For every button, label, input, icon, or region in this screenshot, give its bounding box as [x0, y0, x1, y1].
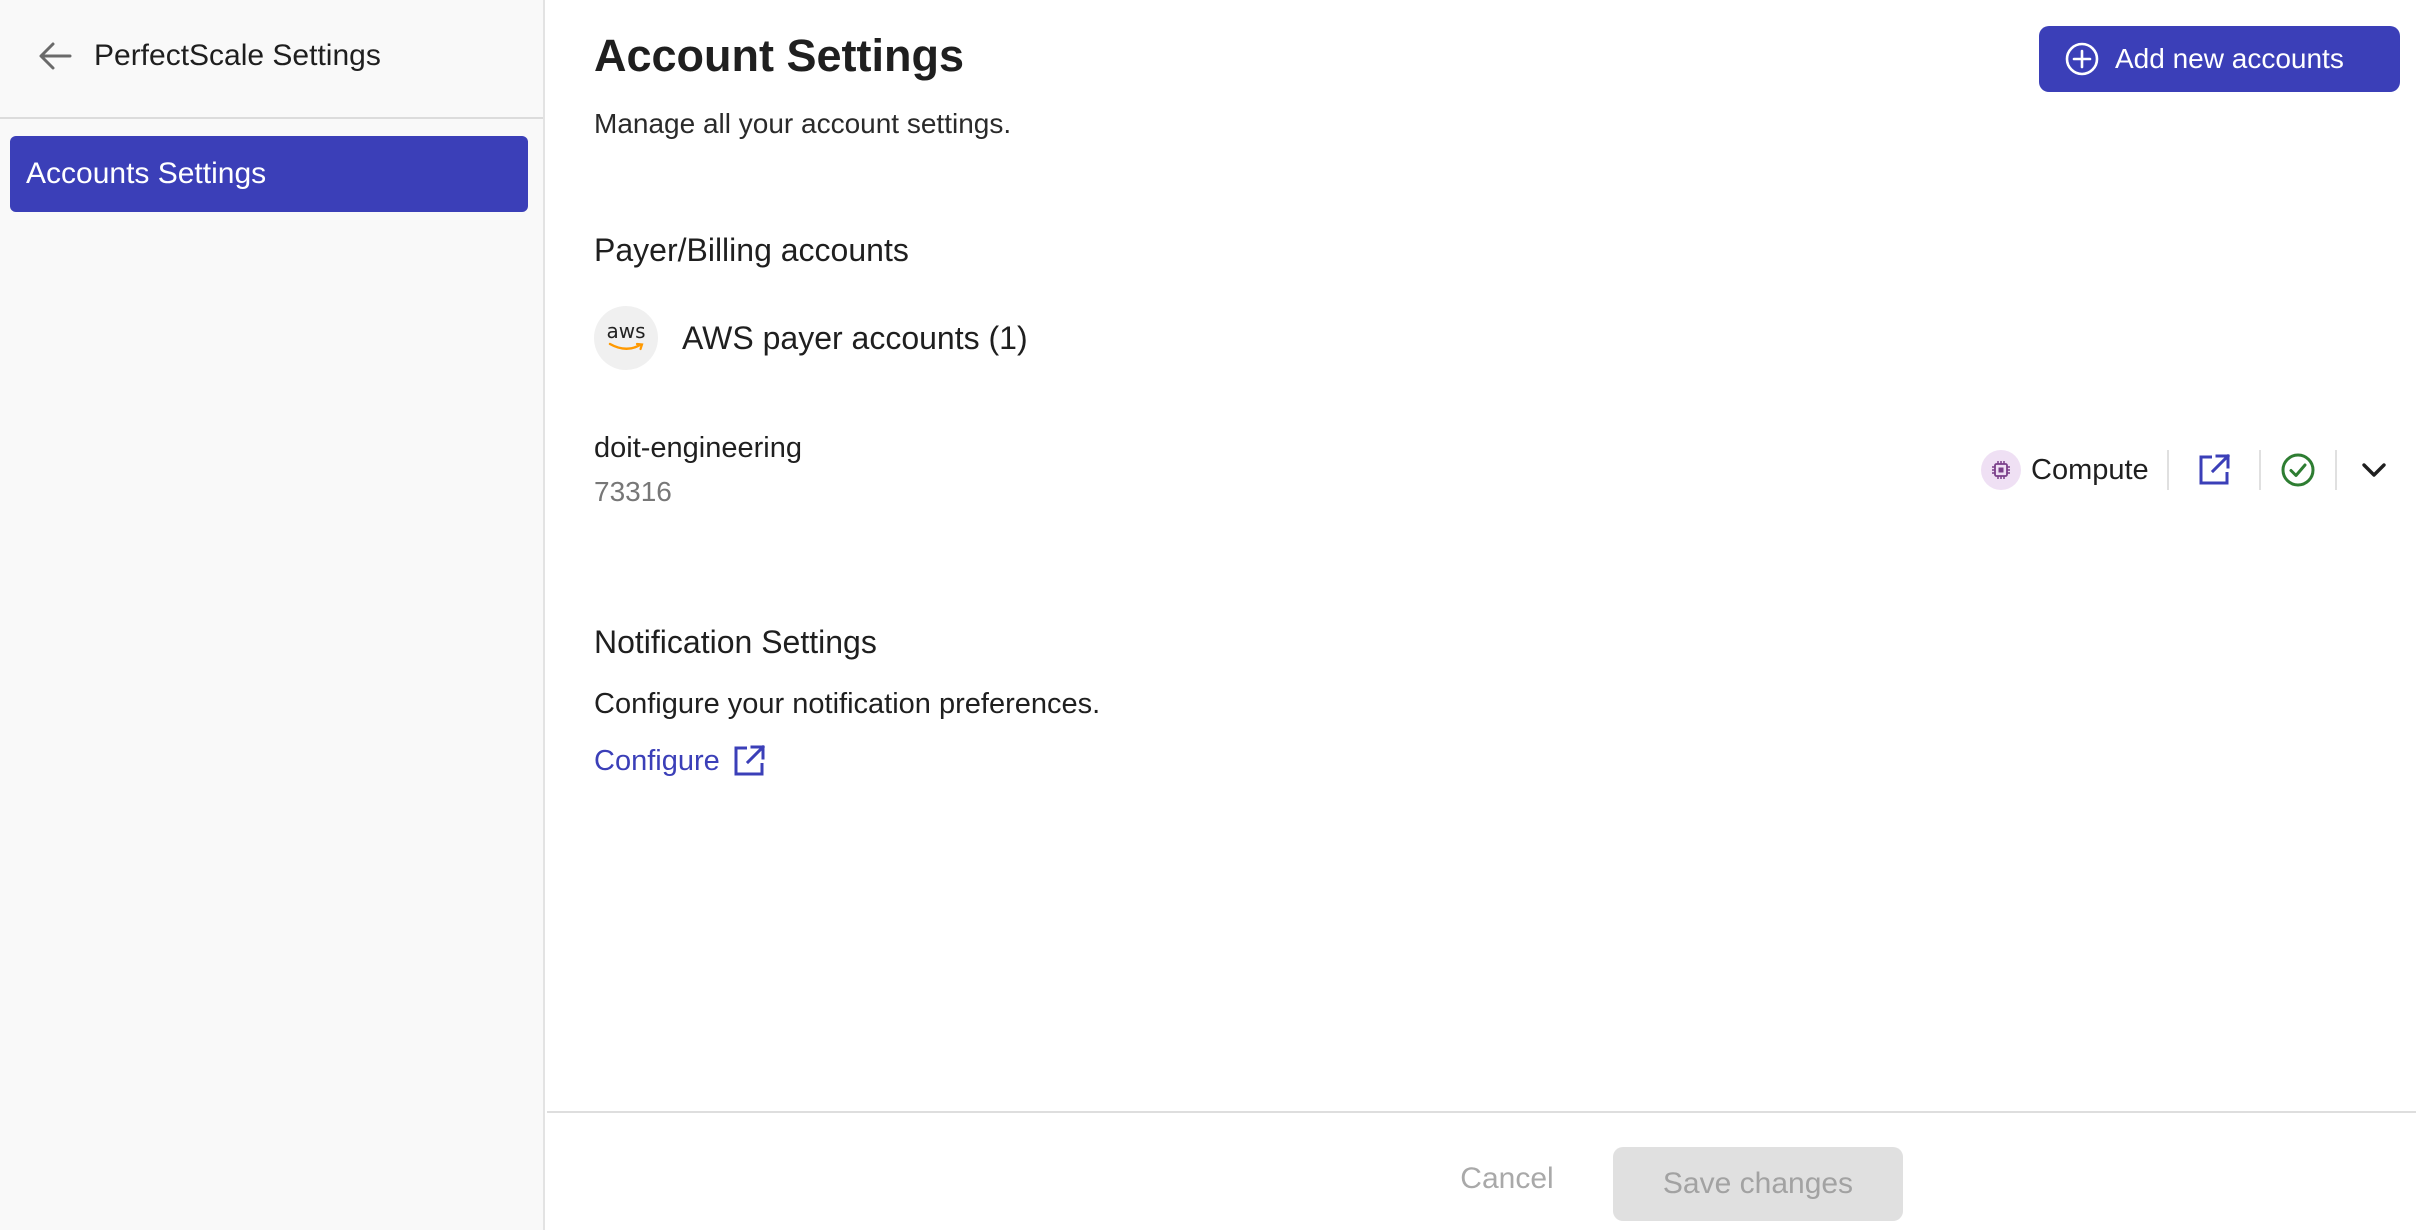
compute-tag: Compute — [1981, 450, 2167, 490]
sidebar-item-accounts-settings[interactable]: Accounts Settings — [10, 136, 528, 212]
back-button[interactable] — [30, 36, 80, 76]
footer-bar: Cancel Save changes — [547, 1111, 2416, 1230]
aws-provider-header: aws AWS payer accounts (1) — [594, 305, 1028, 371]
notification-section-title: Notification Settings — [594, 624, 877, 660]
open-account-button[interactable] — [2169, 446, 2259, 494]
account-name: doit-engineering — [594, 432, 802, 464]
notification-description: Configure your notification preferences. — [594, 688, 1101, 720]
page-subtitle: Manage all your account settings. — [594, 108, 1012, 139]
check-circle-icon — [2281, 453, 2315, 487]
aws-logo: aws — [594, 306, 658, 370]
plus-circle-icon — [2065, 42, 2099, 76]
configure-link[interactable]: Configure — [594, 744, 766, 778]
account-id: 73316 — [594, 476, 672, 507]
compute-label: Compute — [2031, 453, 2149, 486]
expand-account-button[interactable] — [2337, 446, 2411, 494]
account-actions: Compute — [1981, 446, 2411, 494]
add-new-accounts-label: Add new accounts — [2115, 43, 2344, 74]
external-link-icon — [734, 744, 765, 776]
sidebar-title: PerfectScale Settings — [94, 39, 381, 72]
sidebar: PerfectScale Settings Accounts Settings — [0, 0, 545, 1230]
main-content: Account Settings Manage all your account… — [547, 0, 2416, 1230]
chip-icon — [1981, 450, 2021, 490]
configure-label: Configure — [594, 744, 720, 777]
account-status — [2261, 446, 2335, 494]
arrow-left-icon — [39, 42, 72, 70]
external-link-icon — [2199, 453, 2230, 485]
provider-label: AWS payer accounts (1) — [682, 319, 1028, 356]
page-title: Account Settings — [594, 30, 965, 81]
aws-smile-icon — [608, 342, 644, 350]
app-window: PerfectScale Settings Accounts Settings … — [0, 0, 2416, 1230]
add-new-accounts-button[interactable]: Add new accounts — [2039, 26, 2400, 92]
aws-logo-text: aws — [606, 318, 646, 343]
cancel-button[interactable]: Cancel — [1427, 1147, 1587, 1211]
payer-section-title: Payer/Billing accounts — [594, 232, 909, 268]
sidebar-header: PerfectScale Settings — [0, 0, 543, 119]
save-changes-button[interactable]: Save changes — [1613, 1147, 1903, 1221]
chevron-down-icon — [2361, 463, 2386, 477]
